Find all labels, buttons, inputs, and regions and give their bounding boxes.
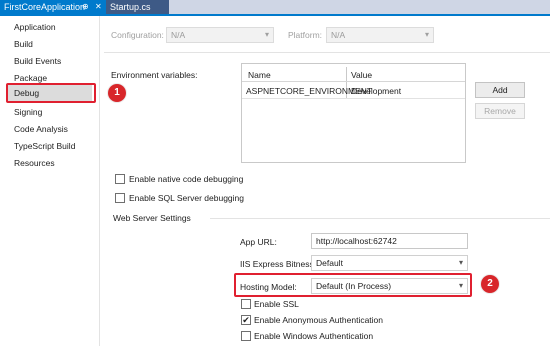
checkmark-icon: ✔ (242, 315, 250, 325)
app-url-label: App URL: (240, 237, 277, 247)
configuration-dropdown[interactable]: N/A ▾ (166, 27, 274, 43)
debug-highlight-box (6, 83, 96, 103)
environment-variables-label: Environment variables: (111, 70, 198, 80)
section-divider (210, 218, 550, 219)
tab-firstcoreapplication[interactable]: FirstCoreApplication ⊕ ✕ (0, 0, 106, 14)
platform-value: N/A (331, 30, 346, 40)
tab-label: Startup.cs (110, 2, 151, 12)
sidebar-item-code-analysis[interactable]: Code Analysis (14, 124, 68, 134)
chevron-down-icon: ▾ (458, 258, 463, 267)
enable-ssl-label: Enable SSL (254, 299, 299, 309)
platform-dropdown[interactable]: N/A ▾ (326, 27, 434, 43)
grid-header-value[interactable]: Value (351, 70, 372, 80)
chevron-down-icon: ▾ (264, 30, 269, 39)
sidebar-item-build[interactable]: Build (14, 39, 33, 49)
grid-header-divider (242, 81, 465, 82)
tab-startup-cs[interactable]: Startup.cs (106, 0, 169, 14)
sidebar-item-build-events[interactable]: Build Events (14, 56, 61, 66)
tab-label: FirstCoreApplication (4, 2, 86, 12)
windows-auth-label: Enable Windows Authentication (254, 331, 374, 341)
callout-badge-2: 2 (481, 275, 499, 293)
iis-express-bitness-value: Default (316, 258, 343, 268)
callout-badge-1: 1 (108, 84, 126, 102)
remove-button[interactable]: Remove (475, 103, 525, 119)
iis-express-bitness-dropdown[interactable]: Default ▾ (311, 255, 468, 271)
anonymous-auth-checkbox[interactable]: ✔ (241, 315, 251, 325)
hosting-model-highlight-box (234, 273, 472, 297)
sidebar-item-typescript-build[interactable]: TypeScript Build (14, 141, 75, 151)
sql-debugging-checkbox[interactable] (115, 193, 125, 203)
sidebar-item-package[interactable]: Package (14, 73, 47, 83)
web-server-settings-heading: Web Server Settings (113, 213, 191, 223)
native-debugging-checkbox[interactable] (115, 174, 125, 184)
configuration-value: N/A (171, 30, 186, 40)
add-button[interactable]: Add (475, 82, 525, 98)
sidebar-item-signing[interactable]: Signing (14, 107, 42, 117)
windows-auth-checkbox[interactable] (241, 331, 251, 341)
iis-express-bitness-label: IIS Express Bitness: (240, 259, 317, 269)
anonymous-auth-label: Enable Anonymous Authentication (254, 315, 384, 325)
app-url-input[interactable]: http://localhost:62742 (311, 233, 468, 249)
pin-icon[interactable]: ⊕ (82, 0, 89, 14)
platform-label: Platform: (288, 30, 323, 40)
divider (104, 52, 550, 53)
native-debugging-label: Enable native code debugging (129, 174, 244, 184)
configuration-label: Configuration: (111, 30, 164, 40)
grid-row-divider (242, 98, 465, 99)
close-icon[interactable]: ✕ (95, 0, 102, 14)
grid-header-name[interactable]: Name (248, 70, 271, 80)
enable-ssl-checkbox[interactable] (241, 299, 251, 309)
chevron-down-icon: ▾ (424, 30, 429, 39)
sidebar-item-resources[interactable]: Resources (14, 158, 55, 168)
sidebar-item-application[interactable]: Application (14, 22, 56, 32)
sql-debugging-label: Enable SQL Server debugging (129, 193, 244, 203)
grid-cell-value[interactable]: Development (351, 86, 401, 96)
